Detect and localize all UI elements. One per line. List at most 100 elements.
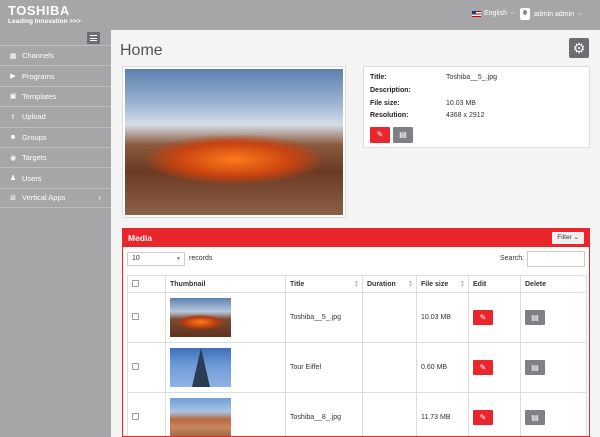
column-header-duration[interactable]: Duration ▲ ▼	[362, 275, 417, 293]
info-value: Toshiba__5_.jpg	[446, 74, 497, 81]
sort-icon: ▲ ▼	[408, 279, 413, 289]
table-row[interactable]: Toshiba__5_.jpg 10.03 MB ✎ ▤	[127, 292, 587, 343]
sidebar-item-upload[interactable]: ⇪ Upload	[0, 106, 111, 126]
user-avatar-icon	[520, 8, 530, 20]
records-label: records	[189, 255, 213, 262]
sidebar-item-vertical-apps[interactable]: ⊞ Vertical Apps ‹	[0, 187, 111, 209]
sidebar-item-label: Programs	[22, 71, 55, 81]
column-header-title[interactable]: Title ▲ ▼	[285, 275, 363, 293]
info-label: Resolution:	[370, 112, 409, 119]
row-edit-button[interactable]: ✎	[473, 310, 493, 325]
page-length-select[interactable]: 10 ▼	[127, 252, 185, 266]
image-icon: ▣	[9, 93, 17, 101]
sidebar-item-label: Upload	[22, 112, 46, 122]
sidebar-item-users[interactable]: ♟ Users	[0, 167, 111, 187]
toshiba-logo[interactable]: TOSHIBA Leading Innovation >>>	[8, 4, 81, 26]
row-checkbox[interactable]	[132, 313, 139, 320]
sidebar-item-groups[interactable]: ☻ Groups	[0, 126, 111, 147]
search-label: Search:	[500, 255, 525, 262]
sidebar-item-label: Channels	[22, 51, 54, 61]
media-thumbnail[interactable]	[170, 348, 231, 387]
trash-icon: ▤	[399, 130, 407, 139]
row-checkbox[interactable]	[132, 363, 139, 370]
user-icon: ♟	[9, 175, 17, 183]
info-title-row: Title: Toshiba__5_.jpg	[370, 74, 497, 81]
filter-label: Filter	[557, 234, 572, 241]
select-all-checkbox[interactable]	[132, 279, 139, 287]
chevron-down-icon: ⌄	[573, 234, 579, 241]
column-header-filesize[interactable]: File size ▲ ▼	[416, 275, 469, 293]
info-resolution-row: Resolution: 4368 x 2912	[370, 112, 485, 119]
sidebar-nav: ▦ Channels ▶ Programs ▣ Templates ⇪ Uplo…	[0, 45, 111, 209]
info-value: 10.03 MB	[446, 100, 476, 107]
upload-icon: ⇪	[10, 113, 16, 121]
uk-flag-icon	[472, 10, 481, 17]
language-label: English	[484, 10, 507, 17]
info-label: Description:	[370, 87, 411, 94]
row-filesize: 10.03 MB	[416, 292, 469, 343]
row-duration	[362, 392, 417, 436]
media-info-panel: Title: Toshiba__5_.jpg Description: File…	[363, 66, 590, 148]
info-value: 4368 x 2912	[446, 112, 485, 119]
page-length-value: 10	[132, 255, 140, 262]
pencil-icon: ✎	[376, 130, 384, 139]
sidebar-item-targets[interactable]: ◉ Targets	[0, 146, 111, 167]
media-panel: Media Filter ⌄ 10 ▼ records Search: Thum…	[122, 228, 590, 437]
sidebar-toggle-button[interactable]	[87, 32, 100, 44]
row-title: Toshiba__8_.jpg	[285, 392, 363, 436]
chevron-down-icon: ▼	[176, 256, 181, 262]
sidebar-item-templates[interactable]: ▣ Templates	[0, 85, 111, 106]
language-selector[interactable]: English ⌵	[472, 10, 515, 17]
media-thumbnail[interactable]	[170, 398, 231, 436]
row-filesize: 11.73 MB	[416, 392, 469, 436]
user-name: admin admin	[534, 10, 575, 18]
preview-image	[125, 69, 343, 215]
brand-tagline: Leading Innovation >>>	[8, 18, 81, 25]
table-row[interactable]: Tour Eiffel 0.60 MB ✎ ▤	[127, 342, 587, 393]
column-header-delete: Delete	[520, 275, 587, 293]
chevron-left-icon: ‹	[98, 193, 101, 203]
filter-button[interactable]: Filter ⌄	[552, 232, 584, 244]
plus-box-icon: ⊞	[10, 194, 16, 202]
sidebar-item-label: Targets	[22, 153, 47, 163]
row-delete-button[interactable]: ▤	[525, 310, 545, 325]
row-edit-button[interactable]: ✎	[473, 360, 493, 375]
media-preview	[122, 66, 346, 218]
chevron-down-icon: ⌵	[509, 10, 515, 16]
sidebar-item-channels[interactable]: ▦ Channels	[0, 45, 111, 65]
pencil-icon: ✎	[479, 413, 487, 422]
table-row[interactable]: Toshiba__8_.jpg 11.73 MB ✎ ▤	[127, 392, 587, 436]
main-content: Home ⚙ Title: Toshiba__5_.jpg Descriptio…	[111, 30, 600, 437]
search-input[interactable]	[527, 251, 585, 267]
row-title: Tour Eiffel	[285, 342, 363, 393]
row-filesize: 0.60 MB	[416, 342, 469, 393]
sidebar: ▦ Channels ▶ Programs ▣ Templates ⇪ Uplo…	[0, 30, 111, 437]
row-checkbox[interactable]	[132, 413, 139, 420]
media-thumbnail[interactable]	[170, 298, 231, 337]
edit-button[interactable]: ✎	[370, 127, 390, 143]
top-bar: TOSHIBA Leading Innovation >>> English ⌵…	[0, 0, 600, 30]
trash-icon: ▤	[531, 413, 539, 422]
settings-button[interactable]: ⚙	[569, 38, 589, 58]
sidebar-item-programs[interactable]: ▶ Programs	[0, 65, 111, 85]
sidebar-item-label: Vertical Apps	[22, 193, 66, 203]
grid-icon: ▦	[9, 52, 17, 60]
trash-icon: ▤	[531, 313, 539, 322]
row-delete-button[interactable]: ▤	[525, 360, 545, 375]
play-circle-icon: ▶	[10, 73, 16, 81]
row-delete-button[interactable]: ▤	[525, 410, 545, 425]
media-panel-header: Media Filter ⌄	[123, 229, 589, 247]
delete-button[interactable]: ▤	[393, 127, 413, 143]
select-all-cell	[127, 275, 166, 293]
brand-name: TOSHIBA	[8, 3, 70, 18]
row-edit-button[interactable]: ✎	[473, 410, 493, 425]
info-description-row: Description:	[370, 87, 446, 94]
user-menu[interactable]: admin admin ⌵	[520, 8, 583, 20]
info-label: File size:	[370, 100, 400, 107]
row-title: Toshiba__5_.jpg	[285, 292, 363, 343]
info-label: Title:	[370, 74, 387, 81]
pencil-icon: ✎	[479, 313, 487, 322]
row-duration	[362, 342, 417, 393]
table-header-row: Thumbnail Title ▲ ▼ Duration ▲ ▼ File size ▲ ▼…	[127, 275, 587, 293]
column-header-thumbnail: Thumbnail	[165, 275, 286, 293]
